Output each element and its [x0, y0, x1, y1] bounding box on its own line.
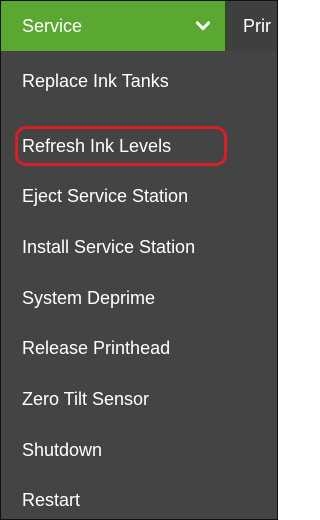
service-menu-tab-label: Service	[22, 15, 83, 36]
service-menu-tab[interactable]: Service	[1, 1, 227, 51]
menu-item-install-service-station[interactable]: Install Service Station	[22, 232, 195, 262]
printer-menu-window: Service Prir Replace Ink Tanks Refresh I…	[0, 0, 278, 520]
menu-item-release-printhead[interactable]: Release Printhead	[22, 333, 170, 363]
menu-item-eject-service-station[interactable]: Eject Service Station	[22, 181, 188, 211]
menu-item-refresh-ink-levels[interactable]: Refresh Ink Levels	[22, 131, 171, 161]
service-dropdown-menu: Replace Ink Tanks Refresh Ink Levels Eje…	[1, 51, 277, 519]
printer-menu-tab-label: Prir	[243, 15, 271, 36]
menu-item-system-deprime[interactable]: System Deprime	[22, 283, 155, 313]
menu-item-restart[interactable]: Restart	[22, 485, 80, 515]
menu-item-replace-ink-tanks[interactable]: Replace Ink Tanks	[22, 66, 169, 96]
menu-bar: Service Prir	[1, 1, 277, 51]
menu-item-zero-tilt-sensor[interactable]: Zero Tilt Sensor	[22, 384, 149, 414]
menu-item-shutdown[interactable]: Shutdown	[22, 435, 102, 465]
chevron-down-icon	[195, 18, 211, 34]
printer-menu-tab[interactable]: Prir	[227, 1, 277, 51]
